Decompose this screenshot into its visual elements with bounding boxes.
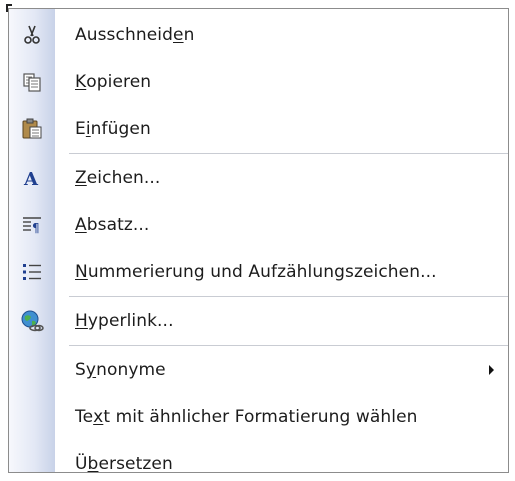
menu-label-translate: Üb ersetzen [75, 453, 173, 473]
menu-item-copy[interactable]: Kopieren [9, 58, 508, 105]
copy-icon [11, 58, 53, 105]
menu-item-paragraph[interactable]: ¶ Absatz... [9, 201, 508, 248]
paragraph-icon: ¶ [11, 201, 53, 248]
paste-icon [11, 105, 53, 152]
menu-label-synonyms: Sy nonyme [75, 359, 166, 380]
menu-item-font[interactable]: A Zeichen... [9, 154, 508, 201]
svg-text:¶: ¶ [32, 221, 40, 235]
menu-label-paragraph: Absatz... [75, 214, 150, 235]
scissors-icon [11, 11, 53, 58]
menu-label-cut: Ausschneid e n [75, 24, 195, 45]
menu-label-paste: Ei nfügen [75, 118, 151, 139]
menu-item-synonyms[interactable]: Sy nonyme [9, 346, 508, 393]
menu-label-font: Zeichen... [75, 167, 161, 188]
svg-text:A: A [23, 169, 39, 189]
menu-item-translate[interactable]: Üb ersetzen [9, 440, 508, 473]
menu-label-copy: Kopieren [75, 71, 152, 92]
menu-item-bullets[interactable]: Nummerierung und Aufzählungszeichen... [9, 248, 508, 295]
menu-item-select-similar[interactable]: Te x t mit ähnlicher Formatierung wählen [9, 393, 508, 440]
submenu-arrow-icon [489, 364, 494, 375]
context-menu: Ausschneid e n Kopieren E i nfügen A Z e… [8, 8, 509, 473]
bullet-list-icon [11, 248, 53, 295]
hyperlink-globe-icon [11, 297, 53, 344]
menu-label-hyperlink: Hyperlink... [75, 310, 174, 331]
menu-label-bullets: Nummerierung und Aufzählungszeichen... [75, 261, 437, 282]
menu-item-cut[interactable]: Ausschneid e n [9, 11, 508, 58]
font-icon: A [11, 154, 53, 201]
menu-item-paste[interactable]: Ei nfügen [9, 105, 508, 152]
menu-label-select-similar: Te x t mit ähnlicher Formatierung wählen [75, 406, 418, 427]
menu-item-hyperlink[interactable]: Hyperlink... [9, 297, 508, 344]
